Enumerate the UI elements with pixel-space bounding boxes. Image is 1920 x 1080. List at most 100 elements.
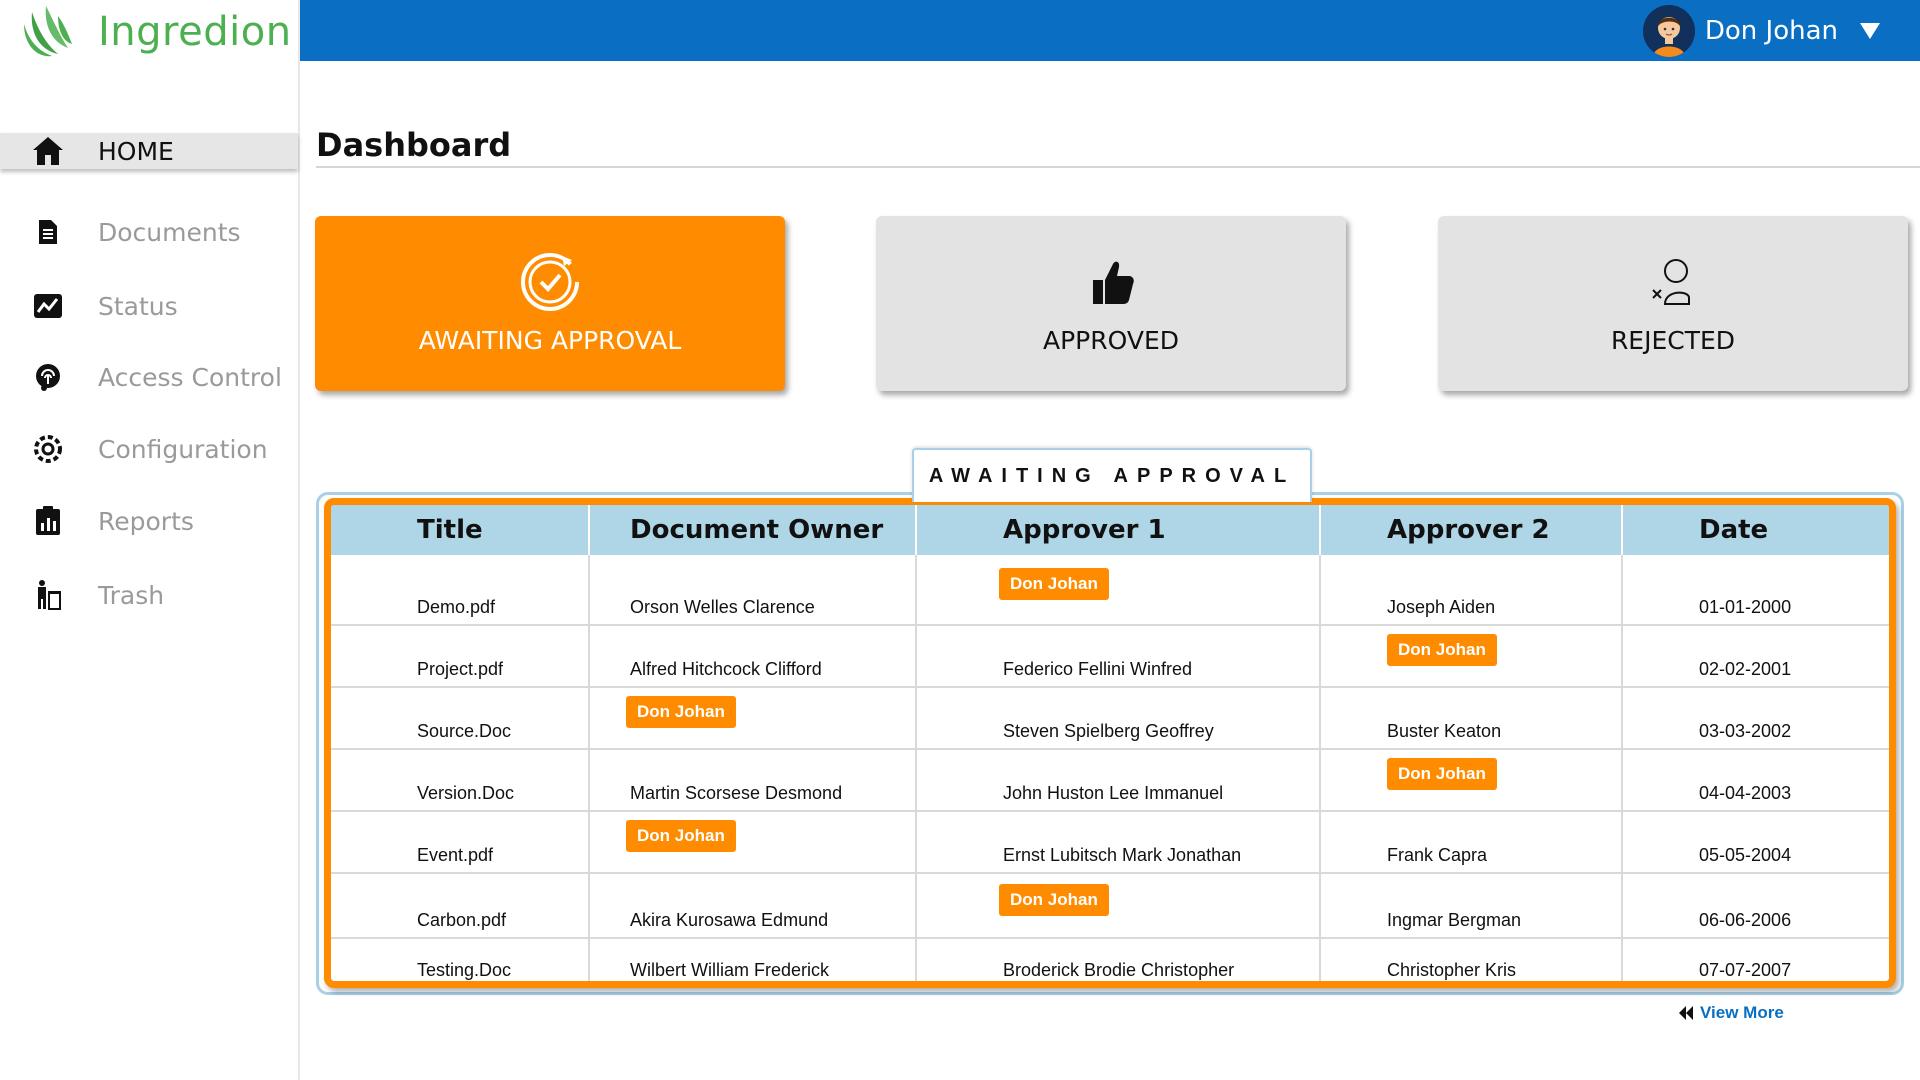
table-row[interactable]: Project.pdf Alfred Hitchcock Clifford Fede… — [331, 625, 1889, 688]
refresh-check-icon — [521, 253, 579, 311]
cell-text: Demo.pdf — [417, 597, 496, 617]
sidebar-item-access-control[interactable]: Access Control — [0, 357, 298, 397]
current-user-badge[interactable]: Don Johan — [1387, 634, 1497, 666]
view-more-label: View More — [1700, 1003, 1784, 1022]
table-body: Demo.pdf Orson Welles Clarence Don Johan Jo… — [331, 555, 1889, 981]
column-header-approver-1[interactable]: Approver 1 — [916, 505, 1321, 555]
sidebar-item-label: Trash — [98, 580, 165, 610]
cell-date: 07-07-2007 — [1622, 938, 1889, 981]
table-row[interactable]: Source.Doc Don Johan Steven Spielberg Geof… — [331, 687, 1889, 750]
cell-date: 06-06-2006 — [1622, 873, 1889, 939]
gear-icon — [30, 431, 66, 467]
sidebar-item-label: Access Control — [98, 362, 282, 392]
sidebar-item-reports[interactable]: Reports — [0, 501, 298, 541]
awaiting-approval-card[interactable]: AWAITING APPROVAL — [315, 216, 785, 391]
current-user-badge[interactable]: Don Johan — [626, 696, 736, 728]
cell-text: 06-06-2006 — [1699, 910, 1792, 930]
cell-approver-2: Christopher Kris — [1320, 938, 1623, 981]
card-label: APPROVED — [1042, 326, 1179, 355]
approved-card[interactable]: APPROVED — [876, 216, 1346, 391]
cell-text: 04-04-2003 — [1699, 783, 1792, 803]
sidebar-item-label: Documents — [98, 217, 241, 247]
home-icon — [30, 133, 66, 169]
card-label: AWAITING APPROVAL — [418, 326, 682, 355]
table-tab-awaiting-approval: AWAITING APPROVAL — [912, 448, 1312, 502]
cell-text: Event.pdf — [417, 845, 494, 865]
table-row[interactable]: Demo.pdf Orson Welles Clarence Don Johan Jo… — [331, 555, 1889, 626]
view-more-link[interactable]: View More — [1678, 1003, 1784, 1023]
cell-title: Event.pdf — [331, 811, 590, 874]
cell-approver-1: Ernst Lubitsch Mark Jonathan — [916, 811, 1321, 874]
cell-text: Ernst Lubitsch Mark Jonathan — [1003, 845, 1242, 865]
cell-document-owner: Don Johan — [589, 811, 917, 874]
user-menu[interactable]: Don Johan — [1642, 4, 1880, 58]
cell-document-owner: Orson Welles Clarence — [589, 555, 917, 626]
cell-document-owner: Akira Kurosawa Edmund — [589, 873, 917, 939]
chevron-down-icon[interactable] — [1860, 23, 1880, 39]
table-row[interactable]: Carbon.pdf Akira Kurosawa Edmund Don Johan… — [331, 873, 1889, 939]
brand-name: Ingredion — [98, 9, 292, 55]
column-header-approver-2[interactable]: Approver 2 — [1320, 505, 1623, 555]
column-header-date[interactable]: Date — [1622, 505, 1889, 555]
cell-approver-1: Federico Fellini Winfred — [916, 625, 1321, 688]
cell-approver-2: Don Johan — [1320, 749, 1623, 812]
sidebar-item-status[interactable]: Status — [0, 286, 298, 326]
table-header-row: Title Document Owner Approver 1 Approver… — [331, 505, 1889, 555]
table-row[interactable]: Testing.Doc Wilbert William Frederick Brod… — [331, 938, 1889, 981]
cell-title: Testing.Doc — [331, 938, 590, 981]
cell-approver-2: Buster Keaton — [1320, 687, 1623, 750]
cell-date: 01-01-2000 — [1622, 555, 1889, 626]
table-row[interactable]: Version.Doc Martin Scorsese Desmond John H… — [331, 749, 1889, 812]
sidebar-item-trash[interactable]: Trash — [0, 575, 298, 615]
sidebar-item-label: Status — [98, 291, 178, 321]
cell-text: Frank Capra — [1387, 845, 1488, 865]
table-tab-label: AWAITING APPROVAL — [928, 464, 1296, 487]
cell-text: Joseph Aiden — [1387, 597, 1496, 617]
cell-approver-1: Don Johan — [916, 873, 1321, 939]
cell-document-owner: Martin Scorsese Desmond — [589, 749, 917, 812]
brand-logo[interactable]: Ingredion — [18, 4, 292, 60]
top-bar: Don Johan — [300, 0, 1920, 61]
cell-text: 07-07-2007 — [1699, 960, 1792, 980]
fingerprint-icon — [30, 359, 66, 395]
awaiting-approval-table: Title Document Owner Approver 1 Approver… — [331, 505, 1889, 981]
cell-approver-2: Frank Capra — [1320, 811, 1623, 874]
column-header-title[interactable]: Title — [331, 505, 590, 555]
status-chart-icon — [30, 288, 66, 324]
cell-text: Version.Doc — [417, 783, 515, 803]
cell-text: Christopher Kris — [1387, 960, 1517, 980]
cell-text: 02-02-2001 — [1699, 659, 1792, 679]
user-x-icon — [1652, 259, 1690, 305]
sidebar-item-configuration[interactable]: Configuration — [0, 429, 298, 469]
cell-approver-1: Broderick Brodie Christopher — [916, 938, 1321, 981]
sidebar-item-label: Configuration — [98, 434, 268, 464]
current-user-badge[interactable]: Don Johan — [999, 883, 1109, 916]
cell-approver-1: John Huston Lee Immanuel — [916, 749, 1321, 812]
thumbs-up-icon — [1093, 261, 1134, 304]
avatar — [1642, 5, 1695, 57]
sidebar-item-documents[interactable]: Documents — [0, 212, 298, 252]
sidebar-item-home[interactable]: HOME — [0, 133, 298, 169]
cell-text: 01-01-2000 — [1699, 597, 1792, 617]
leaf-logo-icon — [24, 6, 72, 57]
cell-text: 05-05-2004 — [1699, 845, 1792, 865]
table-row[interactable]: Event.pdf Don Johan Ernst Lubitsch Mark Jo… — [331, 811, 1889, 874]
cell-text: Testing.Doc — [417, 960, 512, 980]
cell-date: 03-03-2002 — [1622, 687, 1889, 750]
cell-approver-1: Don Johan — [916, 555, 1321, 626]
current-user-badge[interactable]: Don Johan — [999, 567, 1109, 600]
cell-text: Broderick Brodie Christopher — [1003, 960, 1235, 980]
cell-text: Ingmar Bergman — [1387, 910, 1522, 930]
rejected-card[interactable]: REJECTED — [1438, 216, 1908, 391]
cell-approver-2: Joseph Aiden — [1320, 555, 1623, 626]
cell-text: Martin Scorsese Desmond — [630, 783, 843, 803]
cell-title: Demo.pdf — [331, 555, 590, 626]
cell-text: John Huston Lee Immanuel — [1003, 783, 1224, 803]
current-user-badge[interactable]: Don Johan — [626, 820, 736, 852]
cell-text: Orson Welles Clarence — [630, 597, 815, 617]
cell-approver-2: Ingmar Bergman — [1320, 873, 1623, 939]
cell-approver-1: Steven Spielberg Geoffrey — [916, 687, 1321, 750]
current-user-badge[interactable]: Don Johan — [1387, 758, 1497, 790]
column-header-document-owner[interactable]: Document Owner — [589, 505, 917, 555]
cell-text: Steven Spielberg Geoffrey — [1003, 721, 1214, 741]
